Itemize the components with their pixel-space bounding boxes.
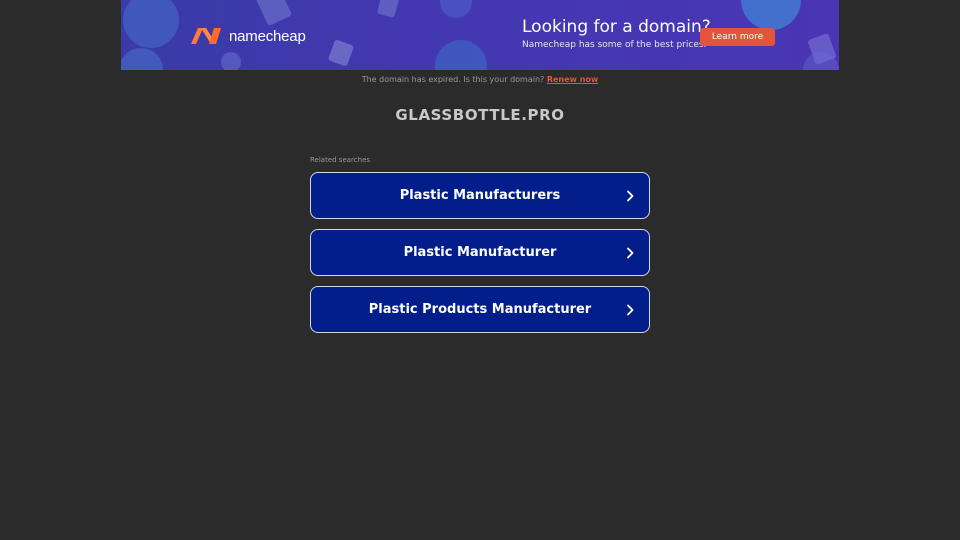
namecheap-ad-banner[interactable]: namecheap Looking for a domain? Namechea… (121, 0, 839, 70)
banner-title: Looking for a domain? (522, 17, 711, 37)
learn-more-button[interactable]: Learn more (700, 28, 775, 46)
namecheap-logo: namecheap (189, 24, 306, 48)
banner-copy: Looking for a domain? Namecheap has some… (522, 16, 711, 51)
chevron-right-icon (627, 190, 634, 201)
banner-subtitle: Namecheap has some of the best prices. (522, 40, 707, 50)
related-search-link[interactable]: Plastic Manufacturer (310, 229, 650, 276)
chevron-right-icon (627, 247, 634, 258)
related-search-label: Plastic Products Manufacturer (368, 302, 592, 317)
parked-domain-page: namecheap Looking for a domain? Namechea… (0, 0, 960, 540)
expired-notice-text: The domain has expired. Is this your dom… (361, 75, 545, 84)
chevron-right-icon (627, 304, 634, 315)
renew-now-link[interactable]: Renew now (547, 75, 598, 84)
related-search-label: Plastic Manufacturer (403, 245, 557, 260)
expired-notice: The domain has expired. Is this your dom… (0, 74, 960, 85)
related-search-link[interactable]: Plastic Manufacturers (310, 172, 650, 219)
related-search-link[interactable]: Plastic Products Manufacturer (310, 286, 650, 333)
related-searches-label: Related searches (310, 156, 371, 164)
domain-name-heading: GLASSBOTTLE.PRO (395, 106, 565, 124)
namecheap-wordmark: namecheap (229, 27, 306, 45)
related-search-label: Plastic Manufacturers (399, 188, 561, 203)
namecheap-n-icon (191, 28, 221, 44)
